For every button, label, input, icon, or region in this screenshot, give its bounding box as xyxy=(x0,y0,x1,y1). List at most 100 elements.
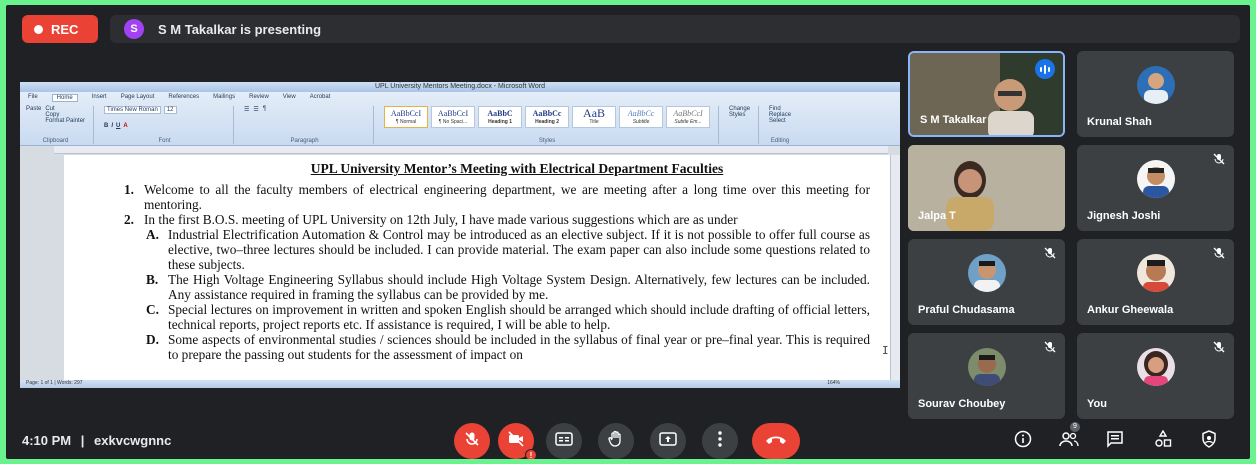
style-sample: AaBbC xyxy=(487,109,513,118)
item-text: Welcome to all the faculty members of el… xyxy=(144,182,870,212)
tab-references[interactable]: References xyxy=(168,94,199,102)
host-controls-button[interactable] xyxy=(1198,429,1220,452)
avatar xyxy=(1136,348,1175,387)
participant-tile[interactable]: Jalpa T xyxy=(908,145,1065,231)
style-subtitle[interactable]: AaBbCc Subtitle xyxy=(619,106,664,128)
select-button[interactable]: Select xyxy=(769,118,791,124)
people-count-badge: 9 xyxy=(1070,422,1080,432)
document-title: UPL University Mentor’s Meeting with Ele… xyxy=(310,161,724,176)
style-normal[interactable]: AaBbCcI ¶ Normal xyxy=(384,106,429,128)
participant-name: Krunal Shah xyxy=(1087,116,1152,128)
present-icon xyxy=(659,431,677,451)
italic-icon[interactable]: I xyxy=(111,123,113,129)
tab-mailings[interactable]: Mailings xyxy=(213,94,235,102)
paste-button[interactable]: Paste xyxy=(26,106,41,124)
style-title[interactable]: AaB Title xyxy=(572,106,617,128)
participant-name: Praful Chudasama xyxy=(918,304,1015,316)
style-label: Heading 2 xyxy=(535,119,559,125)
rec-label: REC xyxy=(51,21,79,37)
sub-list-item: C. Special lectures on improvement in wr… xyxy=(124,302,870,332)
vertical-scrollbar[interactable] xyxy=(890,155,900,380)
font-name-select[interactable]: Times New Roman xyxy=(104,106,161,114)
format-painter-button[interactable]: Format Painter xyxy=(45,118,85,124)
word-count: Page: 1 of 1 | Words: 297 xyxy=(26,380,83,386)
item-letter: B. xyxy=(146,272,159,287)
word-status-bar: Page: 1 of 1 | Words: 297 164% xyxy=(20,380,900,388)
more-options-button[interactable] xyxy=(702,423,738,459)
tab-acrobat[interactable]: Acrobat xyxy=(310,94,331,102)
chat-button[interactable] xyxy=(1104,430,1126,452)
participant-tile[interactable]: Praful Chudasama xyxy=(908,239,1065,325)
participant-tile[interactable]: You xyxy=(1077,333,1234,419)
record-dot-icon xyxy=(34,24,43,34)
participant-name: Jalpa T xyxy=(918,210,956,222)
recording-indicator: REC xyxy=(22,15,98,43)
avatar xyxy=(1136,66,1175,105)
font-color-icon[interactable]: A xyxy=(123,123,127,129)
pilcrow-icon[interactable]: ¶ xyxy=(263,106,266,113)
activities-button[interactable] xyxy=(1152,429,1174,452)
change-styles-button[interactable]: Change Styles xyxy=(729,106,750,118)
info-icon xyxy=(1014,430,1032,453)
list-item: 1. Welcome to all the faculty members of… xyxy=(124,182,870,212)
style-heading-1[interactable]: AaBbC Heading 1 xyxy=(478,106,523,128)
tab-file[interactable]: File xyxy=(28,94,38,102)
style-sample: AaBbCc xyxy=(532,109,562,118)
styles-group: AaBbCcI ¶ Normal AaBbCcI ¶ No Spaci... AaB… xyxy=(384,106,720,144)
tab-view[interactable]: View xyxy=(283,94,296,102)
participant-tile[interactable]: S M Takalkar xyxy=(908,51,1065,137)
editing-group: Find Replace Select Editing xyxy=(769,106,799,144)
speaking-indicator-icon xyxy=(1035,59,1055,79)
people-icon xyxy=(1059,431,1079,452)
participant-tile[interactable]: Jignesh Joshi xyxy=(1077,145,1234,231)
underline-icon[interactable]: U xyxy=(116,123,120,129)
participant-name: Sourav Choubey xyxy=(918,398,1006,410)
camera-toggle-button[interactable]: ! xyxy=(498,423,537,459)
participant-tile[interactable]: Ankur Gheewala xyxy=(1077,239,1234,325)
captions-button[interactable] xyxy=(546,423,582,459)
style-subtle-emphasis[interactable]: AaBbCcI Subtle Em... xyxy=(666,106,711,128)
item-text: Industrial Electrification Automation & … xyxy=(168,227,870,272)
mic-toggle-button[interactable] xyxy=(454,423,490,459)
sub-list-item: D. Some aspects of environmental studies… xyxy=(124,332,870,362)
captions-icon xyxy=(555,431,573,451)
participant-name: Jignesh Joshi xyxy=(1087,210,1161,222)
item-letter: A. xyxy=(146,227,159,242)
end-call-button[interactable] xyxy=(752,423,800,459)
font-size-select[interactable]: 12 xyxy=(163,106,177,114)
meeting-details-button[interactable] xyxy=(1012,430,1034,452)
ribbon-tabs: File Home Insert Page Layout References … xyxy=(28,94,330,102)
raise-hand-icon xyxy=(608,430,624,453)
participant-tile[interactable]: Krunal Shah xyxy=(1077,51,1234,137)
people-button[interactable]: 9 xyxy=(1058,422,1080,452)
document-page[interactable]: UPL University Mentor’s Meeting with Ele… xyxy=(64,155,890,385)
shared-screen: UPL University Mentors Meeting.docx - Mi… xyxy=(20,82,900,388)
raise-hand-button[interactable] xyxy=(598,423,634,459)
mic-off-icon xyxy=(464,431,480,452)
camera-alert-badge: ! xyxy=(525,449,537,459)
meeting-code: exkvcwgnnc xyxy=(94,433,172,448)
sub-list-item: B. The High Voltage Engineering Syllabus… xyxy=(124,272,870,302)
bullets-icon[interactable]: ☰ xyxy=(244,106,249,113)
participant-tile[interactable]: Sourav Choubey xyxy=(908,333,1065,419)
bold-icon[interactable]: B xyxy=(104,123,108,129)
font-group: Times New Roman 12 B I U A Font xyxy=(104,106,235,144)
tab-insert[interactable]: Insert xyxy=(92,94,107,102)
item-number: 1. xyxy=(124,182,134,197)
participant-name: Ankur Gheewala xyxy=(1087,304,1174,316)
numbering-icon[interactable]: ☰ xyxy=(253,106,258,113)
presenter-avatar: S xyxy=(124,19,144,39)
tab-home[interactable]: Home xyxy=(51,94,78,102)
style-sample: AaBbCcI xyxy=(437,109,469,118)
more-options-icon xyxy=(718,430,722,452)
tab-page-layout[interactable]: Page Layout xyxy=(121,94,155,102)
clipboard-group-label: Clipboard xyxy=(42,138,69,144)
present-button[interactable] xyxy=(650,423,686,459)
style-label: Heading 1 xyxy=(488,119,512,125)
tab-review[interactable]: Review xyxy=(249,94,269,102)
style-no-spacing[interactable]: AaBbCcI ¶ No Spaci... xyxy=(431,106,476,128)
mic-off-icon xyxy=(1212,152,1226,166)
meet-window: REC S S M Takalkar is presenting UPL Uni… xyxy=(6,5,1250,459)
paragraph-group: ☰ ☰ ¶ Paragraph xyxy=(244,106,375,144)
style-heading-2[interactable]: AaBbCc Heading 2 xyxy=(525,106,570,128)
